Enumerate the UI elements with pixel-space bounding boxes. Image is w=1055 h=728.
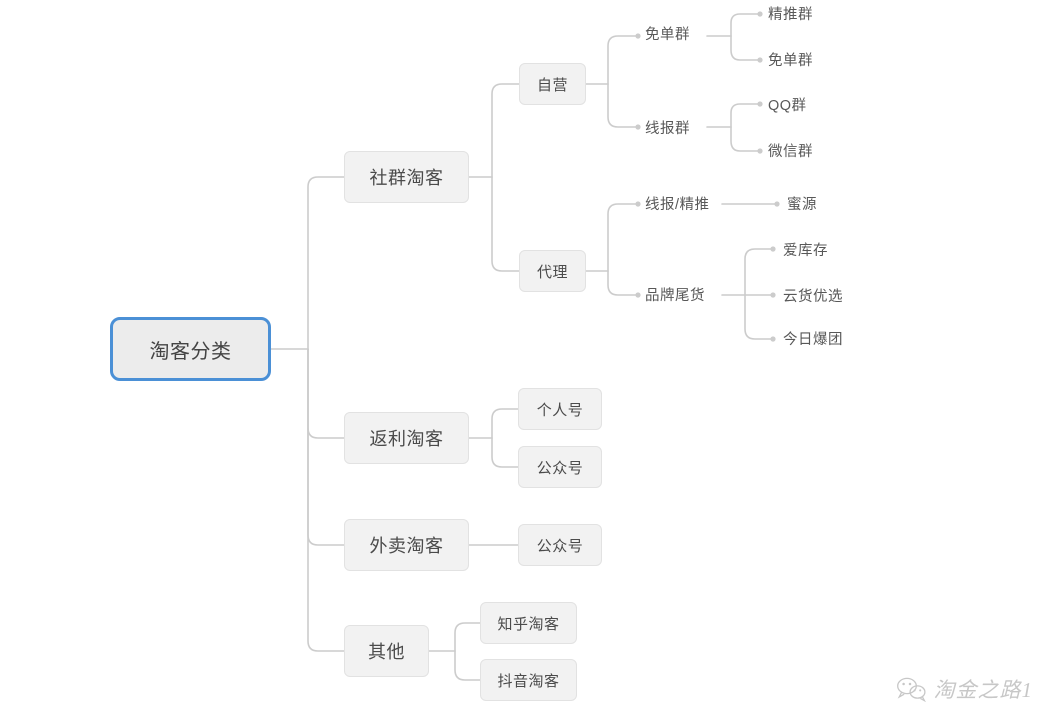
node-label: 爱库存: [783, 243, 828, 259]
node-shequn-taoke[interactable]: 社群淘客: [344, 151, 469, 203]
node-label: 线报/精推: [645, 197, 710, 213]
node-yunhuo-youxuan[interactable]: 云货优选: [783, 285, 843, 306]
node-pinpai-weihuo[interactable]: 品牌尾货: [645, 284, 705, 305]
watermark: 淘金之路1: [896, 674, 1034, 704]
root-node[interactable]: 淘客分类: [110, 317, 271, 381]
node-gongzhonghao-waimai[interactable]: 公众号: [518, 524, 602, 566]
node-zhihu-taoke[interactable]: 知乎淘客: [480, 602, 577, 644]
node-miyuan[interactable]: 蜜源: [787, 193, 817, 214]
node-label: 蜜源: [787, 197, 817, 213]
watermark-text: 淘金之路1: [933, 678, 1033, 702]
node-daili[interactable]: 代理: [519, 250, 586, 292]
node-label: 今日爆团: [783, 332, 843, 348]
node-douyin-taoke[interactable]: 抖音淘客: [480, 659, 577, 701]
node-miandanqun[interactable]: 免单群: [645, 23, 690, 44]
node-gongzhonghao-fanli[interactable]: 公众号: [518, 446, 602, 488]
node-label: 自营: [536, 76, 568, 94]
root-node-label: 淘客分类: [149, 340, 232, 363]
node-label: 免单群: [768, 53, 813, 69]
node-weixin-qun[interactable]: 微信群: [768, 140, 813, 161]
node-label: 微信群: [768, 144, 813, 160]
node-label: QQ群: [768, 98, 807, 114]
node-label: 知乎淘客: [497, 615, 560, 633]
node-fanli-taoke[interactable]: 返利淘客: [344, 412, 469, 464]
node-ziying[interactable]: 自营: [519, 63, 586, 105]
node-gerenhao[interactable]: 个人号: [518, 388, 602, 430]
node-label: 公众号: [536, 537, 584, 555]
node-label: 抖音淘客: [497, 672, 560, 690]
node-label: 其他: [368, 642, 405, 662]
wechat-icon: [896, 677, 926, 702]
node-xianbaoqun[interactable]: 线报群: [645, 117, 690, 138]
node-miandanqun-leaf[interactable]: 免单群: [768, 49, 813, 70]
node-label: 公众号: [536, 459, 584, 477]
node-qq-qun[interactable]: QQ群: [768, 94, 807, 115]
node-label: 品牌尾货: [645, 288, 705, 304]
node-label: 线报群: [645, 121, 690, 137]
mindmap-canvas: 淘客分类 社群淘客 返利淘客 外卖淘客 其他 自营 代理 免单群 精推群 免单群…: [0, 0, 1055, 728]
node-label: 返利淘客: [369, 429, 444, 449]
node-label: 代理: [536, 263, 568, 281]
node-waimai-taoke[interactable]: 外卖淘客: [344, 519, 469, 571]
node-qita[interactable]: 其他: [344, 625, 429, 677]
node-label: 社群淘客: [369, 168, 444, 188]
node-jinri-baotuan[interactable]: 今日爆团: [783, 328, 843, 349]
node-label: 云货优选: [783, 289, 843, 305]
node-xianbao-jingtui[interactable]: 线报/精推: [645, 193, 710, 214]
node-label: 精推群: [768, 7, 813, 23]
node-label: 免单群: [645, 27, 690, 43]
node-aikucun[interactable]: 爱库存: [783, 239, 828, 260]
node-label: 个人号: [536, 401, 584, 419]
node-jingtuiqun[interactable]: 精推群: [768, 3, 813, 24]
node-label: 外卖淘客: [369, 536, 444, 556]
